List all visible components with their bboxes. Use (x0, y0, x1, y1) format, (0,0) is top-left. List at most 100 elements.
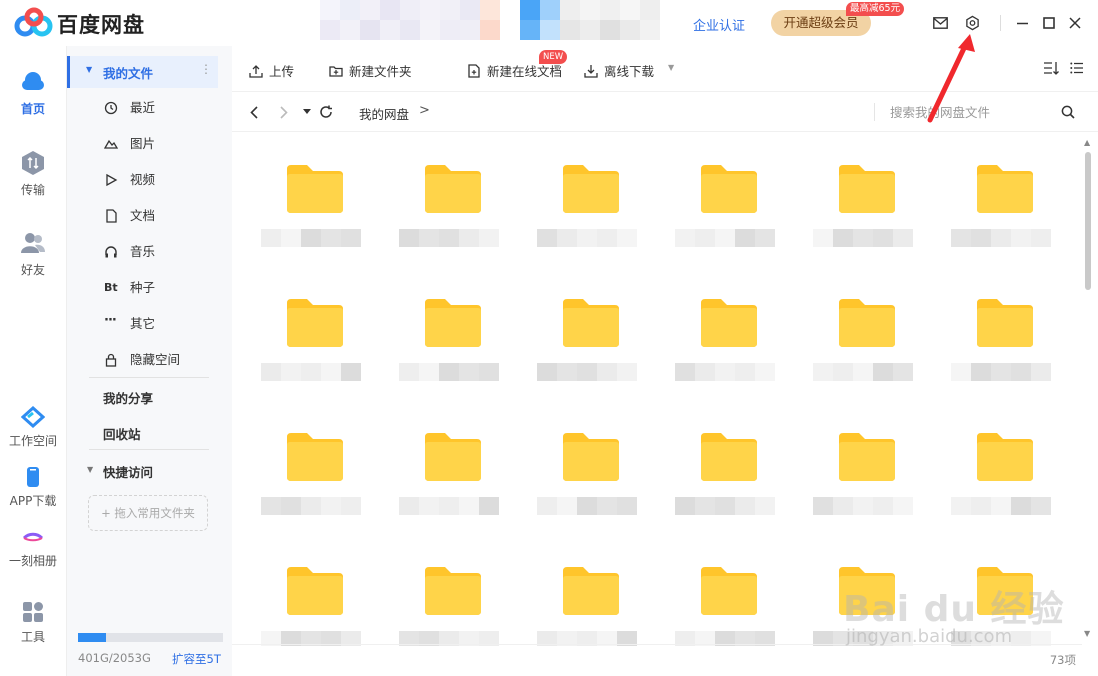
sidebar-item-label: 最近 (130, 100, 156, 115)
folder-item[interactable] (951, 297, 1051, 427)
nav-app-download[interactable]: APP下载 (0, 466, 66, 509)
sidebar-my-files[interactable]: ▼ 我的文件 ⋮ (67, 56, 218, 88)
folder-item[interactable] (813, 163, 913, 293)
enterprise-verify-link[interactable]: 企业认证 (693, 15, 745, 34)
sidebar-item-torrents[interactable]: Bt 种子 (67, 276, 233, 300)
folder-name-blurred (261, 363, 361, 381)
folder-item[interactable] (675, 431, 775, 561)
folder-item[interactable] (261, 163, 361, 293)
new-folder-button[interactable]: 新建文件夹 (329, 61, 412, 80)
album-icon (22, 532, 44, 542)
folder-icon (839, 567, 895, 615)
nav-transfer-label: 传输 (20, 183, 45, 197)
nav-friends-label: 好友 (20, 263, 45, 277)
maximize-icon[interactable] (1040, 14, 1058, 32)
nav-album[interactable]: 一刻相册 (0, 528, 66, 569)
play-icon (106, 173, 118, 187)
sidebar-item-hidden-space[interactable]: 隐藏空间 (67, 348, 233, 372)
search-icon[interactable] (1060, 104, 1076, 120)
storage-progress-bar (78, 633, 223, 642)
folder-item[interactable] (951, 565, 1051, 646)
sidebar-item-documents[interactable]: 文档 (67, 204, 233, 228)
more-icon[interactable]: ⋮ (200, 62, 212, 76)
history-dropdown-icon[interactable] (299, 104, 315, 120)
scrollbar-thumb[interactable] (1085, 152, 1091, 290)
folder-item[interactable] (261, 431, 361, 561)
refresh-icon[interactable] (318, 104, 334, 120)
folder-item[interactable] (813, 565, 913, 646)
folder-name-blurred (399, 363, 499, 381)
upload-button[interactable]: 上传 (249, 61, 294, 80)
folder-item[interactable] (813, 297, 913, 427)
folder-icon (839, 299, 895, 347)
folder-item[interactable] (675, 297, 775, 427)
sidebar-my-share[interactable]: 我的分享 (103, 388, 153, 407)
folder-item[interactable] (399, 431, 499, 561)
folder-name-blurred (261, 497, 361, 515)
nav-home[interactable]: 首页 (0, 68, 66, 117)
sidebar-item-others[interactable]: ··· 其它 (67, 312, 233, 336)
drop-folder-area[interactable]: + 拖入常用文件夹 (88, 495, 208, 531)
close-icon[interactable] (1066, 14, 1084, 32)
forward-icon[interactable] (276, 104, 292, 120)
caret-down-icon[interactable]: ▼ (554, 63, 560, 72)
download-icon (584, 65, 598, 78)
clock-icon (104, 101, 118, 115)
left-navigation: 首页 传输 好友 工作空间 APP下载 一刻相册 工具 (0, 46, 66, 676)
sidebar-quick-access[interactable]: 快捷访问 (103, 462, 153, 481)
minimize-icon[interactable] (1013, 14, 1031, 32)
folder-item[interactable] (399, 565, 499, 646)
folder-item[interactable] (261, 297, 361, 427)
folder-item[interactable] (675, 565, 775, 646)
sidebar-recycle-bin[interactable]: 回收站 (103, 424, 141, 443)
offline-download-button[interactable]: 离线下载 (584, 61, 654, 80)
headphones-icon (105, 246, 117, 258)
caret-down-icon[interactable]: ▼ (668, 63, 674, 72)
sidebar-item-images[interactable]: 图片 (67, 132, 233, 156)
bt-icon: Bt (104, 281, 118, 294)
breadcrumb-my-netdisk[interactable]: 我的网盘 (359, 104, 409, 123)
folder-item[interactable] (261, 565, 361, 646)
nav-workspace[interactable]: 工作空间 (0, 406, 66, 449)
folder-name-blurred (813, 363, 913, 381)
nav-workspace-label: 工作空间 (8, 434, 57, 448)
nav-tools-label: 工具 (20, 630, 45, 644)
nav-album-label: 一刻相册 (8, 554, 57, 568)
caret-down-icon[interactable]: ▼ (87, 465, 93, 474)
document-icon (106, 209, 117, 223)
vip-discount-badge: 最高减65元 (846, 2, 905, 16)
folder-icon (839, 165, 895, 213)
storage-usage-text: 401G/2053G (78, 651, 151, 665)
folder-item[interactable] (537, 163, 637, 293)
folder-item[interactable] (399, 163, 499, 293)
sidebar-item-recent[interactable]: 最近 (67, 96, 233, 120)
nav-tools[interactable]: 工具 (0, 600, 66, 645)
list-view-icon[interactable] (1068, 59, 1086, 77)
folder-item[interactable] (951, 163, 1051, 293)
folder-icon (287, 165, 343, 213)
nav-transfer[interactable]: 传输 (0, 149, 66, 198)
footer-divider (232, 644, 1082, 645)
folder-item[interactable] (675, 163, 775, 293)
folder-item[interactable] (813, 431, 913, 561)
annotation-arrow (927, 34, 975, 123)
titlebar-divider (1000, 15, 1001, 31)
back-icon[interactable] (246, 104, 262, 120)
search-divider (874, 103, 875, 121)
sidebar-item-videos[interactable]: 视频 (67, 168, 233, 192)
sort-icon[interactable] (1042, 59, 1060, 77)
workspace-icon (21, 406, 45, 428)
folder-item[interactable] (537, 431, 637, 561)
folder-name-blurred (537, 363, 637, 381)
scroll-down-icon[interactable]: ▼ (1084, 629, 1090, 638)
sidebar-item-music[interactable]: 音乐 (67, 240, 233, 264)
folder-icon (563, 567, 619, 615)
folder-item[interactable] (537, 297, 637, 427)
expand-storage-link[interactable]: 扩容至5T (172, 651, 221, 667)
nav-friends[interactable]: 好友 (0, 229, 66, 278)
folder-item[interactable] (537, 565, 637, 646)
folder-item[interactable] (951, 431, 1051, 561)
folder-name-blurred (675, 363, 775, 381)
new-folder-icon (329, 66, 343, 77)
folder-item[interactable] (399, 297, 499, 427)
